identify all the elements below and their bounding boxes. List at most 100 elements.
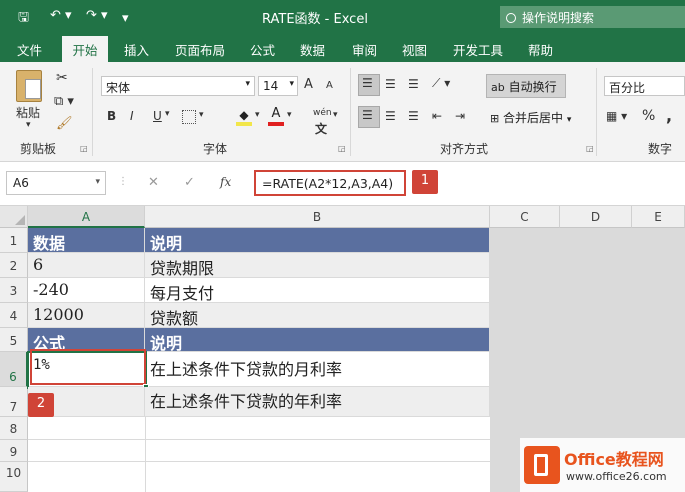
formula-input[interactable]: =RATE(A2*12,A3,A4): [254, 170, 406, 196]
enter-icon[interactable]: ✓: [184, 175, 195, 190]
underline-button[interactable]: U: [153, 109, 162, 123]
borders-dropdown-icon[interactable]: ▾: [199, 110, 204, 120]
row-header-5[interactable]: 5: [0, 328, 28, 352]
tab-developer[interactable]: 开发工具: [453, 40, 503, 59]
column-header-b[interactable]: B: [145, 206, 490, 228]
alignment-launcher-icon[interactable]: ◲: [586, 144, 594, 153]
font-launcher-icon[interactable]: ◲: [338, 144, 346, 153]
cell-b2[interactable]: 贷款期限: [145, 253, 490, 278]
cell-b5[interactable]: 说明: [145, 328, 490, 352]
cut-icon[interactable]: ✂: [56, 70, 68, 86]
align-center-icon[interactable]: ☰: [385, 109, 396, 123]
customize-quick-access-icon[interactable]: ▾: [122, 11, 129, 26]
italic-button[interactable]: I: [130, 109, 134, 123]
tab-page-layout[interactable]: 页面布局: [175, 40, 225, 59]
font-color-dropdown-icon[interactable]: ▾: [287, 110, 292, 120]
phonetic-dropdown-icon[interactable]: ▾: [333, 110, 338, 120]
cell-b3[interactable]: 每月支付: [145, 278, 490, 303]
tab-data[interactable]: 数据: [300, 40, 325, 59]
font-name-dropdown[interactable]: 宋体 ▾: [101, 76, 255, 96]
align-top-glyph: ☰: [362, 76, 373, 90]
insert-function-icon[interactable]: fx: [220, 175, 231, 189]
fill-color-icon[interactable]: ◆: [236, 108, 252, 126]
row-header-4[interactable]: 4: [0, 303, 28, 328]
tab-review[interactable]: 审阅: [352, 40, 377, 59]
cancel-icon[interactable]: ✕: [148, 175, 159, 190]
grid-line: [490, 351, 685, 352]
cell-a4[interactable]: 12000: [28, 303, 145, 328]
merge-center-button[interactable]: ⊞ 合并后居中 ▾: [486, 106, 590, 130]
row-header-7[interactable]: 7: [0, 387, 28, 417]
row-header-8[interactable]: 8: [0, 417, 28, 440]
grid-line: [490, 302, 685, 303]
cell-a3[interactable]: -240: [28, 278, 145, 303]
column-header-c[interactable]: C: [490, 206, 560, 228]
tell-me-search[interactable]: 操作说明搜索: [500, 6, 685, 28]
column-header-e[interactable]: E: [632, 206, 685, 228]
tab-home[interactable]: 开始: [62, 36, 108, 62]
column-header-a[interactable]: A: [28, 206, 145, 228]
row-header-10[interactable]: 10: [0, 462, 28, 492]
align-bottom-icon[interactable]: ☰: [408, 77, 419, 91]
row-header-3[interactable]: 3: [0, 278, 28, 303]
paste-dropdown-icon[interactable]: ▾: [26, 120, 31, 130]
grid-line: [490, 327, 685, 328]
font-size-dropdown[interactable]: 14 ▾: [258, 76, 298, 96]
cell-b6[interactable]: 在上述条件下贷款的月利率: [145, 352, 490, 387]
percent-style-button[interactable]: %: [642, 108, 655, 124]
column-header-d[interactable]: D: [560, 206, 632, 228]
name-box[interactable]: A6 ▾: [6, 171, 106, 195]
row-header-1[interactable]: 1: [0, 228, 28, 253]
chevron-down-icon: ▾: [245, 79, 250, 89]
paste-button[interactable]: 粘贴: [16, 104, 40, 121]
align-middle-icon[interactable]: ☰: [385, 77, 396, 91]
save-icon[interactable]: 🖫: [18, 8, 29, 30]
cell-a2[interactable]: 6: [28, 253, 145, 278]
wrap-text-button[interactable]: ab 自动换行: [486, 74, 566, 98]
copy-icon[interactable]: ⧉ ▾: [54, 94, 74, 109]
tab-help[interactable]: 帮助: [528, 40, 553, 59]
cell-b1[interactable]: 说明: [145, 228, 490, 253]
font-color-icon[interactable]: A: [268, 106, 284, 126]
redo-icon[interactable]: ↷ ▾: [86, 8, 108, 23]
underline-dropdown-icon[interactable]: ▾: [165, 109, 170, 119]
format-painter-icon[interactable]: 🖌: [56, 116, 73, 131]
number-format-dropdown[interactable]: 百分比: [604, 76, 685, 96]
row-header-2[interactable]: 2: [0, 253, 28, 278]
wrap-text-label: 自动换行: [508, 80, 557, 94]
clipboard-launcher-icon[interactable]: ◲: [80, 144, 88, 153]
fill-color-dropdown-icon[interactable]: ▾: [255, 110, 260, 120]
tab-insert[interactable]: 插入: [124, 40, 149, 59]
name-box-value: A6: [13, 176, 29, 190]
formula-bar-grip-icon: ⋮: [118, 176, 128, 187]
phonetic-guide-button[interactable]: wén: [313, 108, 332, 118]
undo-icon[interactable]: ↶ ▾: [50, 8, 72, 23]
number-group-label: 数字: [648, 142, 673, 156]
align-right-icon[interactable]: ☰: [408, 109, 419, 123]
orientation-icon[interactable]: ⟋ ▾: [432, 76, 450, 91]
tab-formulas[interactable]: 公式: [250, 40, 275, 59]
decrease-indent-icon[interactable]: ⇤: [432, 109, 442, 123]
row-header-9[interactable]: 9: [0, 440, 28, 462]
select-all-corner[interactable]: [0, 206, 28, 228]
increase-indent-icon[interactable]: ⇥: [455, 109, 465, 123]
chevron-down-icon: ▾: [289, 79, 294, 89]
spreadsheet-grid: A B C D E 1 2 3 4 5 6 7 8 9 10 数据 说明 6 贷…: [0, 206, 685, 492]
grow-font-button[interactable]: A: [304, 77, 313, 92]
shrink-font-button[interactable]: A: [326, 80, 333, 91]
group-divider: [350, 68, 351, 156]
bold-button[interactable]: B: [107, 109, 116, 123]
tab-view[interactable]: 视图: [402, 40, 427, 59]
paste-icon: [16, 70, 42, 102]
row-header-6[interactable]: 6: [0, 352, 28, 387]
watermark: Office教程网 www.office26.com: [520, 438, 685, 492]
comma-style-button[interactable]: ,: [666, 106, 672, 125]
borders-icon[interactable]: [182, 110, 196, 124]
tab-file[interactable]: 文件: [17, 40, 42, 59]
accounting-format-icon[interactable]: ▦ ▾: [606, 109, 627, 123]
cell-a1[interactable]: 数据: [28, 228, 145, 253]
cell-b7[interactable]: 在上述条件下贷款的年利率: [145, 387, 490, 417]
wrap-text-icon: ab: [491, 81, 505, 94]
cell-b4[interactable]: 贷款额: [145, 303, 490, 328]
chevron-down-icon: ▾: [566, 115, 572, 125]
